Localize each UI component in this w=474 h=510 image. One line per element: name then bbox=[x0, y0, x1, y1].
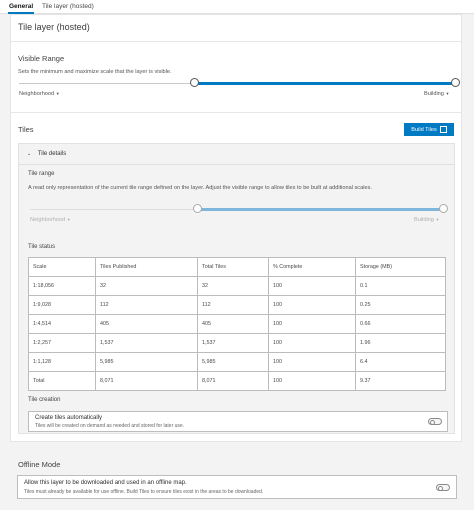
table-cell: 6.4 bbox=[355, 352, 446, 372]
tab-general[interactable]: General bbox=[9, 3, 33, 10]
tile-creation-title: Tile creation bbox=[28, 397, 61, 403]
create-tiles-toggle[interactable] bbox=[428, 418, 442, 425]
offline-toggle[interactable] bbox=[436, 484, 450, 491]
tile-status-table: Scale Tiles Published Total Tiles % Comp… bbox=[28, 257, 446, 391]
tab-bar: General Tile layer (hosted) bbox=[0, 0, 474, 14]
table-cell: 1,537 bbox=[197, 333, 269, 353]
table-cell: 8,071 bbox=[95, 371, 198, 391]
visible-range-max-select[interactable]: Building ▼ bbox=[424, 91, 449, 97]
table-header-row: Scale Tiles Published Total Tiles % Comp… bbox=[28, 257, 446, 277]
visible-range-max-label: Building bbox=[424, 91, 444, 97]
tile-details-title: Tile details bbox=[37, 151, 67, 157]
column-header: Total Tiles bbox=[197, 257, 269, 277]
table-cell: 32 bbox=[197, 276, 269, 296]
chevron-down-icon: ▼ bbox=[66, 217, 71, 222]
visible-range-min-select[interactable]: Neighborhood ▼ bbox=[19, 91, 60, 97]
table-cell: 405 bbox=[95, 314, 198, 334]
offline-allow-label: Allow this layer to be downloaded and us… bbox=[24, 480, 187, 486]
table-cell: 100 bbox=[268, 352, 356, 372]
table-cell: 0.1 bbox=[355, 276, 446, 296]
table-cell: 100 bbox=[268, 371, 356, 391]
table-cell: 405 bbox=[197, 314, 269, 334]
table-cell: 1:2,257 bbox=[28, 333, 96, 353]
visible-range-min-thumb[interactable] bbox=[190, 78, 199, 87]
tiles-title: Tiles bbox=[18, 125, 34, 134]
table-cell: 1.96 bbox=[355, 333, 446, 353]
create-tiles-option[interactable]: Create tiles automatically Tiles will be… bbox=[28, 411, 448, 432]
table-cell: 1:1,128 bbox=[28, 352, 96, 372]
chevron-down-icon: ▼ bbox=[435, 217, 440, 222]
divider bbox=[11, 41, 461, 42]
table-cell: 1:4,514 bbox=[28, 314, 96, 334]
table-cell: 9.37 bbox=[355, 371, 446, 391]
table-cell: 1:9,028 bbox=[28, 295, 96, 315]
column-header: Scale bbox=[28, 257, 96, 277]
create-tiles-description: Tiles will be created on demand as neede… bbox=[35, 423, 185, 429]
tile-range-min-select: Neighborhood ▼ bbox=[30, 217, 71, 223]
offline-option[interactable]: Allow this layer to be downloaded and us… bbox=[17, 475, 457, 499]
table-cell: 8,071 bbox=[197, 371, 269, 391]
visible-range-fill bbox=[194, 82, 455, 85]
offline-mode-title: Offline Mode bbox=[18, 460, 61, 469]
tile-range-description: A read only representation of the curren… bbox=[28, 185, 372, 191]
table-cell: 32 bbox=[95, 276, 198, 296]
chevron-down-icon: ▼ bbox=[55, 91, 60, 96]
chevron-down-icon: ▼ bbox=[445, 91, 450, 96]
table-cell: 5,985 bbox=[197, 352, 269, 372]
visible-range-title: Visible Range bbox=[18, 54, 65, 63]
main-card: Tile layer (hosted) Visible Range Sets t… bbox=[10, 14, 462, 442]
visible-range-min-label: Neighborhood bbox=[19, 91, 55, 97]
table-cell: 0.25 bbox=[355, 295, 446, 315]
table-cell: 100 bbox=[268, 333, 356, 353]
toggle-knob bbox=[437, 485, 443, 491]
table-cell: 1,537 bbox=[95, 333, 198, 353]
table-cell: 112 bbox=[197, 295, 269, 315]
build-tiles-button[interactable]: Build Tiles bbox=[404, 123, 454, 136]
tile-range-max-thumb bbox=[439, 204, 448, 213]
chevron-down-icon: ⌄ bbox=[27, 151, 32, 157]
divider bbox=[19, 164, 454, 165]
tile-range-min-thumb bbox=[193, 204, 202, 213]
column-header: % Complete bbox=[268, 257, 356, 277]
build-tiles-label: Build Tiles bbox=[411, 126, 437, 133]
table-cell: 100 bbox=[268, 295, 356, 315]
column-header: Tiles Published bbox=[95, 257, 198, 277]
create-tiles-label: Create tiles automatically bbox=[35, 415, 103, 421]
tile-details-header[interactable]: ⌄ Tile details bbox=[27, 151, 66, 157]
visible-range-max-thumb[interactable] bbox=[451, 78, 460, 87]
page-title: Tile layer (hosted) bbox=[18, 22, 90, 32]
tiles-grid-icon bbox=[439, 126, 447, 133]
tile-range-title: Tile range bbox=[28, 171, 55, 177]
tile-range-fill bbox=[197, 208, 443, 211]
table-cell: 100 bbox=[268, 276, 356, 296]
table-cell: 112 bbox=[95, 295, 198, 315]
table-row: 1:18,056 32 32 100 0.1 bbox=[28, 276, 446, 296]
table-cell: 1:18,056 bbox=[28, 276, 96, 296]
table-total-row: Total 8,071 8,071 100 9.37 bbox=[28, 371, 446, 391]
tile-range-min-label: Neighborhood bbox=[30, 217, 66, 223]
offline-allow-description: Tiles must already be available for use … bbox=[24, 489, 264, 495]
visible-range-description: Sets the minimum and maximize scale that… bbox=[18, 69, 172, 75]
table-cell: 5,985 bbox=[95, 352, 198, 372]
table-row: 1:9,028 112 112 100 0.25 bbox=[28, 295, 446, 315]
tile-range-max-label: Building bbox=[414, 217, 434, 223]
table-cell: Total bbox=[28, 371, 96, 391]
tile-status-title: Tile status bbox=[28, 244, 56, 250]
column-header: Storage (MB) bbox=[355, 257, 446, 277]
tile-range-max-select: Building ▼ bbox=[414, 217, 439, 223]
toggle-knob bbox=[429, 419, 435, 425]
table-row: 1:2,257 1,537 1,537 100 1.96 bbox=[28, 333, 446, 353]
table-row: 1:4,514 405 405 100 0.66 bbox=[28, 314, 446, 334]
table-row: 1:1,128 5,985 5,985 100 6.4 bbox=[28, 352, 446, 372]
divider bbox=[11, 112, 461, 113]
table-cell: 100 bbox=[268, 314, 356, 334]
tab-tile-layer-hosted[interactable]: Tile layer (hosted) bbox=[42, 3, 94, 10]
table-cell: 0.66 bbox=[355, 314, 446, 334]
tile-details-panel: ⌄ Tile details Tile range A read only re… bbox=[18, 143, 455, 434]
